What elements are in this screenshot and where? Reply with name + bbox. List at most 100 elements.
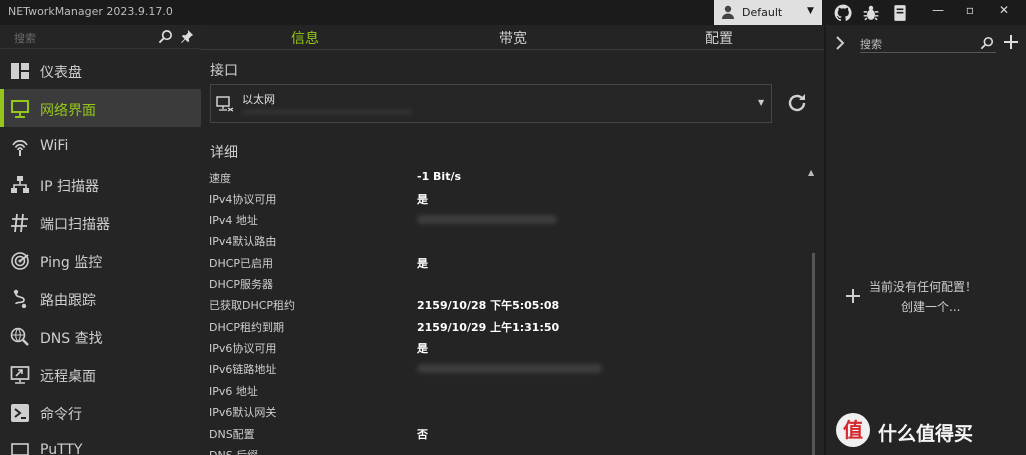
sidebar-item-dns-lookup[interactable]: DNS 查找 — [0, 317, 201, 355]
detail-value: 2159/10/28 下午5:05:08 — [417, 299, 560, 312]
details-section-title: 详细 — [210, 145, 238, 161]
interface-section-title: 接口 — [210, 63, 238, 79]
scrollbar[interactable] — [812, 253, 815, 455]
putty-icon — [11, 443, 29, 455]
refresh-icon[interactable] — [786, 92, 808, 114]
profile-selector[interactable]: Default ▼ — [714, 0, 822, 25]
detail-key: IPv6 地址 — [209, 385, 258, 398]
sidebar-item-network-interface[interactable]: 网络界面 — [0, 89, 201, 127]
sidebar-item-dashboard[interactable]: 仪表盘 — [0, 51, 201, 89]
detail-row-dhcp-lease-obtained: 已获取DHCP租约 2159/10/28 下午5:05:08 — [209, 294, 709, 315]
profiles-search-placeholder[interactable]: 搜索 — [860, 36, 882, 52]
network-interface-icon — [11, 100, 29, 118]
detail-key: IPv4默认路由 — [209, 235, 277, 248]
detail-row-ipv4-gateway: IPv4默认路由 — [209, 230, 709, 251]
detail-row-ipv4-available: IPv4协议可用 是 — [209, 188, 709, 209]
sidebar-item-terminal[interactable]: 命令行 — [0, 393, 201, 431]
active-indicator — [0, 89, 4, 127]
detail-key: DHCP租约到期 — [209, 321, 285, 334]
sidebar-item-label: 网络界面 — [40, 103, 96, 119]
main-panel: 信息 带宽 配置 接口 以太网 ▼ 详细 速度 -1 Bit/s IPv4协议可… — [201, 25, 824, 455]
redacted-detail — [242, 109, 412, 115]
minimize-icon[interactable]: — — [929, 3, 947, 21]
ping-monitor-icon — [11, 252, 29, 270]
profiles-panel: 搜索 当前没有任何配置！ 创建一个... — [826, 25, 1026, 455]
detail-value: 否 — [417, 428, 428, 441]
remote-desktop-icon — [10, 366, 30, 384]
port-scanner-icon — [11, 213, 28, 233]
tab-bandwidth[interactable]: 带宽 — [499, 28, 527, 48]
title-bar: NETworkManager 2023.9.17.0 Default ▼ — ▫… — [0, 0, 1026, 25]
detail-value: -1 Bit/s — [417, 170, 462, 183]
watermark-text: 什么值得买 — [878, 423, 974, 445]
interface-name: 以太网 — [242, 93, 275, 106]
sidebar-item-label: 仪表盘 — [40, 65, 82, 81]
sidebar-item-wifi[interactable]: WiFi — [0, 127, 201, 165]
interface-select[interactable]: 以太网 ▼ — [210, 84, 772, 123]
sidebar-item-label: WiFi — [40, 138, 69, 154]
sidebar-item-label: DNS 查找 — [40, 331, 103, 347]
sidebar-item-putty[interactable]: PuTTY — [0, 431, 201, 455]
detail-key: IPv4 地址 — [209, 214, 258, 227]
sidebar-item-label: 路由跟踪 — [40, 293, 96, 309]
sidebar-item-remote-desktop[interactable]: 远程桌面 — [0, 355, 201, 393]
detail-value: 是 — [417, 193, 428, 206]
watermark: 值 什么值得买 — [836, 409, 1026, 453]
detail-row-dhcp-enabled: DHCP已启用 是 — [209, 252, 709, 273]
network-adapter-icon — [216, 96, 234, 112]
document-icon[interactable] — [891, 4, 909, 22]
pin-icon[interactable] — [180, 29, 194, 43]
detail-key: DHCP已启用 — [209, 257, 274, 270]
search-icon[interactable] — [158, 29, 173, 44]
sidebar-item-traceroute[interactable]: 路由跟踪 — [0, 279, 201, 317]
sidebar: 搜索 仪表盘 网络界面 WiFi IP 扫描器 端口扫描器 Ping 监控 路由… — [0, 25, 201, 455]
detail-key: DNS配置 — [209, 428, 255, 441]
redacted-value — [417, 364, 602, 373]
sidebar-item-port-scanner[interactable]: 端口扫描器 — [0, 203, 201, 241]
detail-key: 速度 — [209, 172, 231, 185]
sidebar-item-label: IP 扫描器 — [40, 179, 100, 195]
detail-key: IPv4协议可用 — [209, 193, 277, 206]
search-icon[interactable] — [980, 36, 994, 50]
sidebar-item-label: PuTTY — [40, 442, 83, 455]
bug-icon[interactable] — [862, 4, 880, 22]
add-icon[interactable] — [845, 288, 861, 304]
detail-row-dns-config: DNS配置 否 — [209, 423, 709, 444]
detail-key: IPv6协议可用 — [209, 342, 277, 355]
detail-row-dns-suffix: DNS 后缀 — [209, 444, 709, 455]
create-profile-link[interactable]: 创建一个... — [901, 298, 960, 315]
detail-value: 是 — [417, 342, 428, 355]
detail-row-ipv6-available: IPv6协议可用 是 — [209, 337, 709, 358]
scroll-up-arrow[interactable]: ▲ — [808, 168, 814, 177]
tab-info[interactable]: 信息 — [291, 28, 319, 48]
add-profile-icon[interactable] — [1003, 34, 1019, 50]
github-icon[interactable] — [834, 4, 852, 22]
detail-row-ipv6-gateway: IPv6默认网关 — [209, 401, 709, 422]
detail-value: 2159/10/29 上午1:31:50 — [417, 321, 560, 334]
tab-profiles[interactable]: 配置 — [705, 28, 733, 48]
detail-key: DHCP服务器 — [209, 278, 274, 291]
close-icon[interactable]: ✕ — [995, 3, 1013, 21]
sidebar-item-ping-monitor[interactable]: Ping 监控 — [0, 241, 201, 279]
wifi-icon — [12, 140, 28, 156]
sidebar-search-placeholder: 搜索 — [14, 32, 36, 45]
empty-state-message: 当前没有任何配置！ — [869, 280, 978, 294]
detail-row-ipv6-link-address: IPv6链路地址 — [209, 358, 709, 379]
maximize-icon[interactable]: ▫ — [961, 3, 979, 21]
detail-row-dhcp-lease-expires: DHCP租约到期 2159/10/29 上午1:31:50 — [209, 316, 709, 337]
detail-row-ipv4-address: IPv4 地址 — [209, 209, 709, 230]
sidebar-search-input[interactable]: 搜索 — [0, 25, 201, 49]
profiles-search-input[interactable] — [860, 52, 996, 53]
watermark-logo-icon: 值 — [836, 413, 870, 447]
ip-scanner-icon — [11, 176, 29, 193]
detail-key: IPv6链路地址 — [209, 363, 277, 376]
sidebar-item-label: 端口扫描器 — [40, 217, 110, 233]
chevron-right-icon[interactable] — [834, 36, 846, 50]
user-avatar-icon — [722, 5, 734, 19]
detail-value: 是 — [417, 257, 428, 270]
detail-row-dhcp-server: DHCP服务器 — [209, 273, 709, 294]
tab-divider — [201, 49, 824, 50]
traceroute-icon — [13, 289, 27, 309]
sidebar-item-ip-scanner[interactable]: IP 扫描器 — [0, 165, 201, 203]
chevron-down-icon: ▼ — [758, 98, 765, 107]
